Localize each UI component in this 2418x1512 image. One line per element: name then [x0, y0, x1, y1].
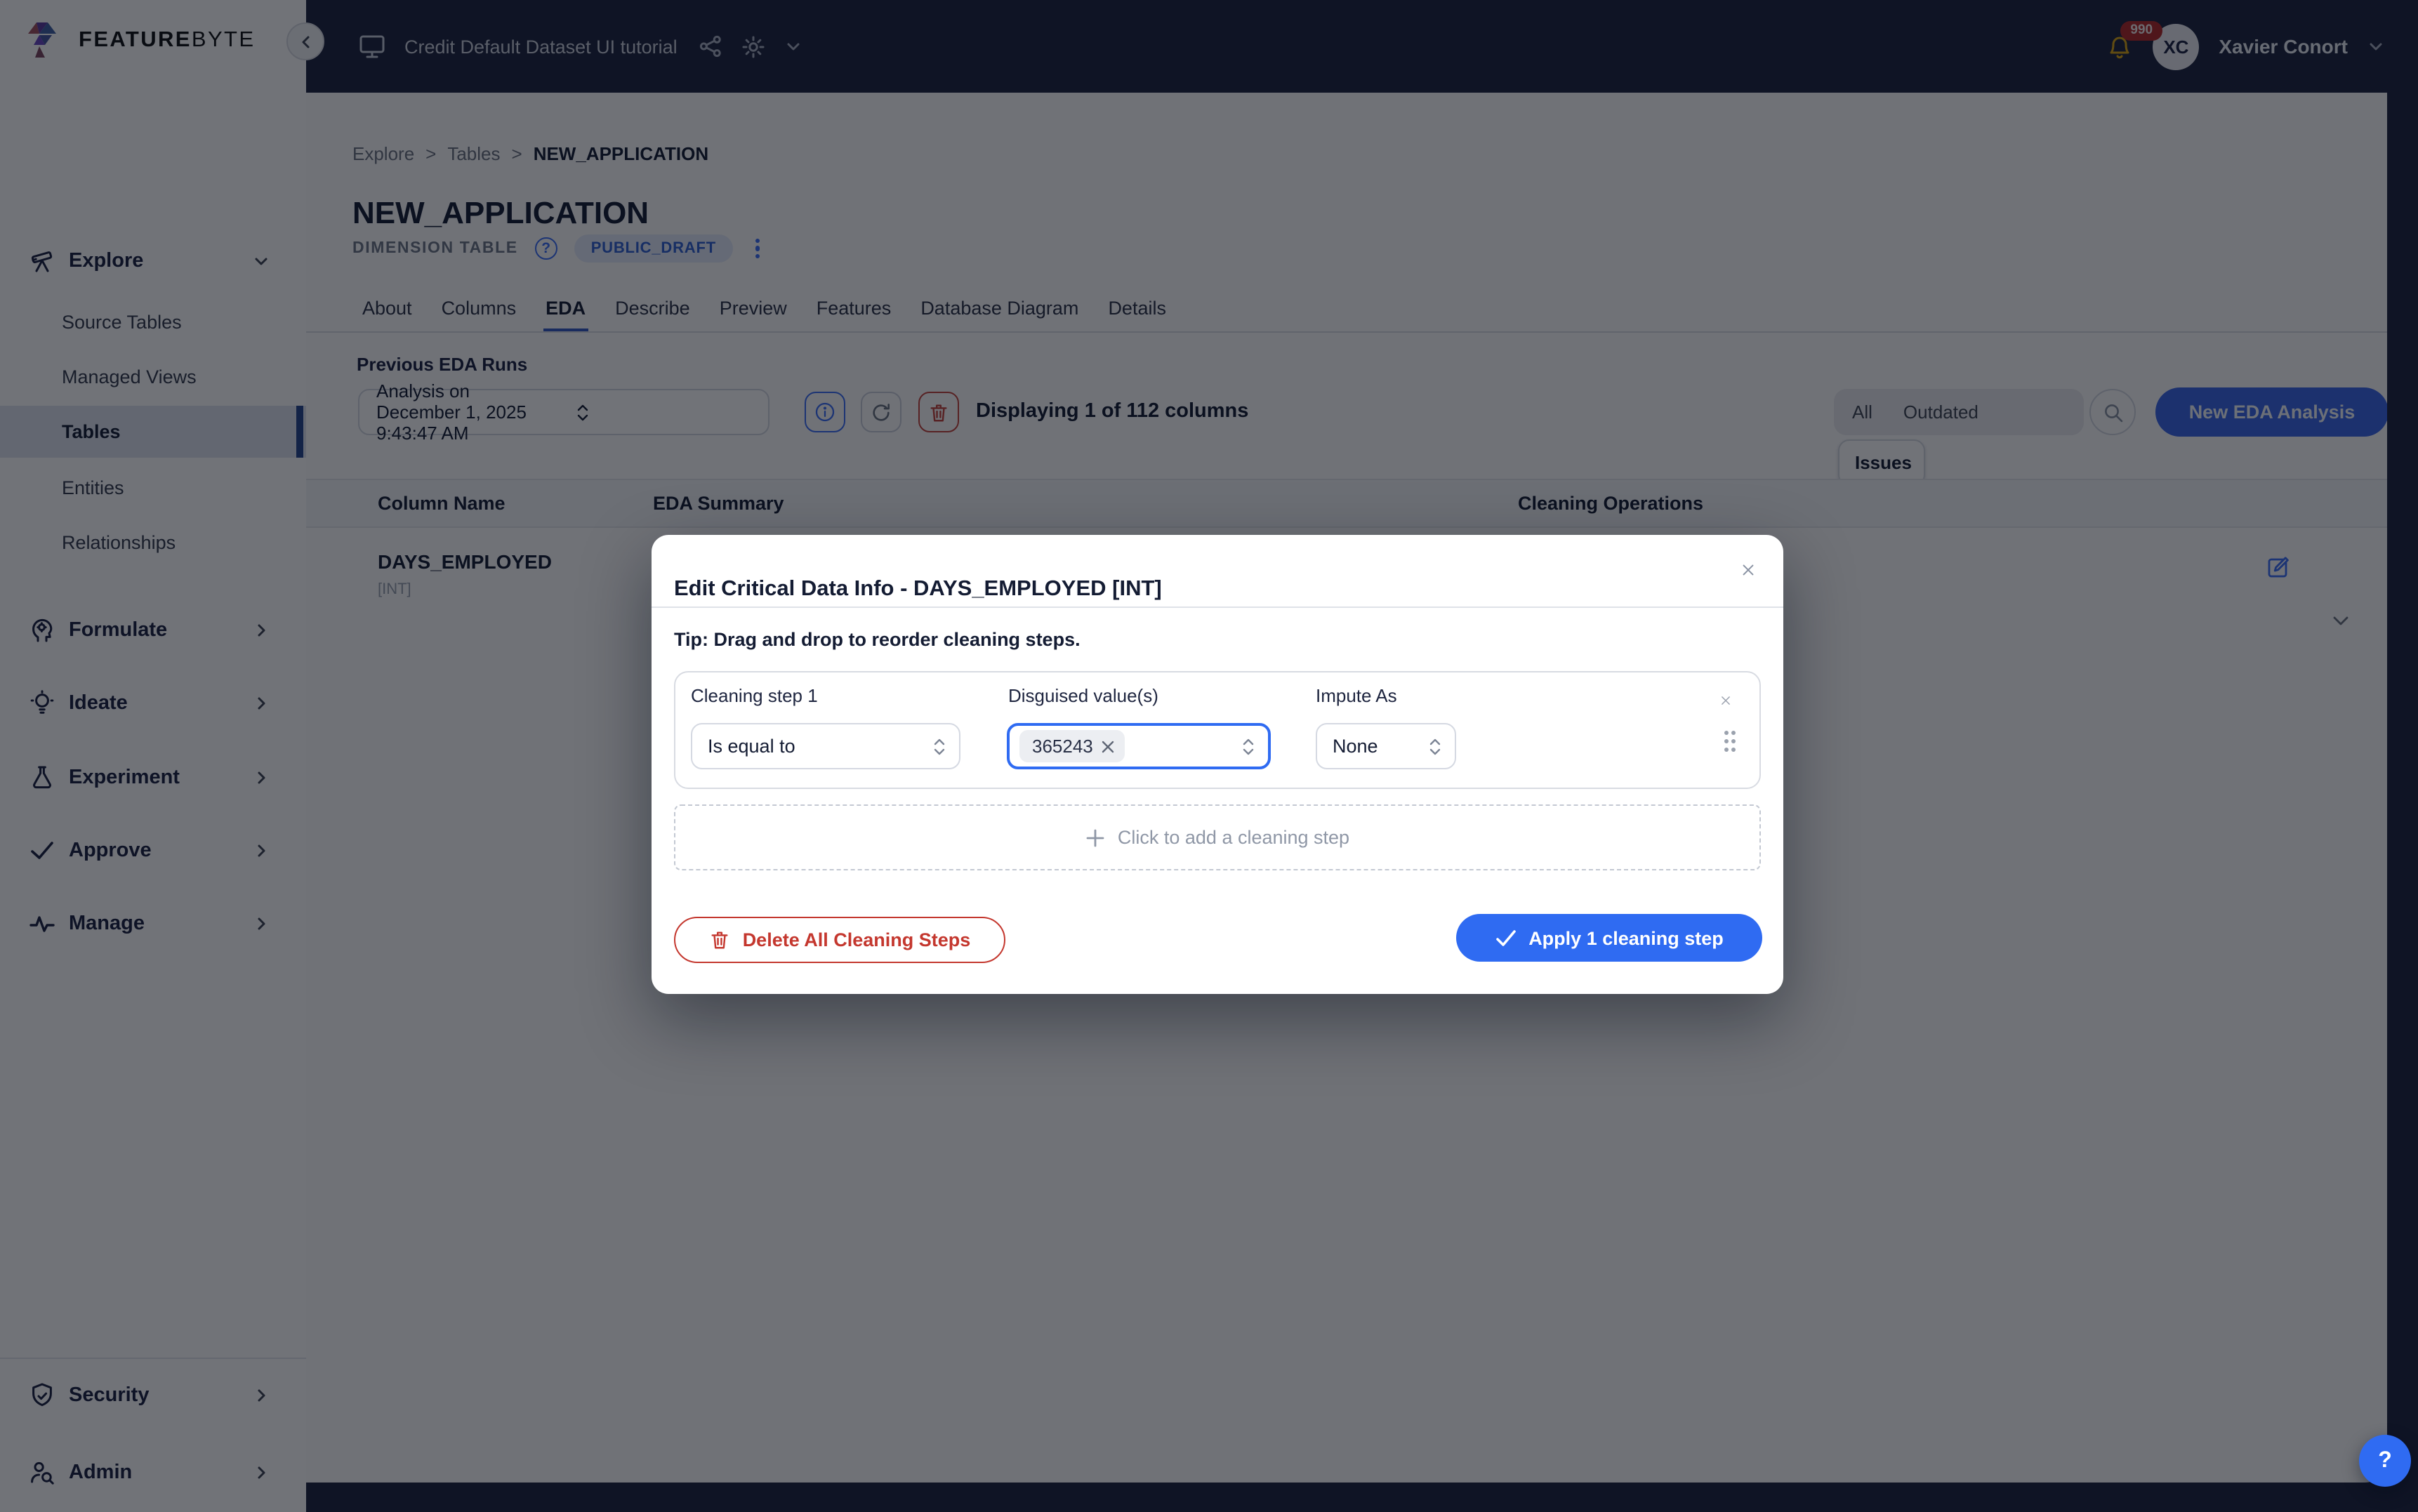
trash-icon: [709, 929, 730, 950]
delete-all-label: Delete All Cleaning Steps: [743, 929, 971, 950]
chip-remove-icon[interactable]: [1102, 739, 1116, 753]
modal-tip: Tip: Drag and drop to reorder cleaning s…: [674, 629, 1081, 650]
disguised-values-select[interactable]: 365243: [1007, 723, 1271, 769]
modal-close-button[interactable]: [1733, 555, 1764, 585]
app-root: Credit Default Dataset UI tutorial 990 X…: [0, 0, 2418, 1512]
value-chip: 365243: [1019, 730, 1125, 762]
drag-handle-icon[interactable]: [1722, 729, 1738, 757]
value-chip-text: 365243: [1032, 736, 1093, 757]
modal-title: Edit Critical Data Info - DAYS_EMPLOYED …: [674, 577, 1162, 602]
select-chevrons-icon: [932, 735, 946, 757]
disguised-values-label: Disguised value(s): [1008, 685, 1158, 706]
delete-all-cleaning-steps-button[interactable]: Delete All Cleaning Steps: [674, 917, 1005, 963]
operation-select[interactable]: Is equal to: [691, 723, 960, 769]
select-chevrons-icon: [1241, 735, 1255, 757]
check-icon: [1495, 929, 1516, 947]
add-cleaning-step-button[interactable]: Click to add a cleaning step: [674, 804, 1761, 870]
help-button[interactable]: ?: [2359, 1435, 2411, 1487]
operation-value: Is equal to: [708, 736, 924, 757]
apply-cleaning-step-button[interactable]: Apply 1 cleaning step: [1456, 914, 1762, 962]
apply-label: Apply 1 cleaning step: [1528, 927, 1724, 948]
close-icon: [1741, 560, 1755, 580]
edit-critical-data-info-modal: Edit Critical Data Info - DAYS_EMPLOYED …: [652, 535, 1783, 994]
close-icon: [1720, 691, 1731, 710]
remove-step-button[interactable]: [1712, 687, 1740, 715]
cleaning-step-card: Cleaning step 1 Is equal to Disguised va…: [674, 671, 1761, 789]
plus-icon: [1085, 828, 1105, 847]
select-chevrons-icon: [1428, 735, 1442, 757]
impute-as-label: Impute As: [1316, 685, 1397, 706]
impute-select[interactable]: None: [1316, 723, 1456, 769]
cleaning-step-label: Cleaning step 1: [691, 685, 818, 706]
add-step-label: Click to add a cleaning step: [1118, 827, 1349, 848]
modal-divider: [652, 606, 1783, 608]
impute-value: None: [1333, 736, 1420, 757]
